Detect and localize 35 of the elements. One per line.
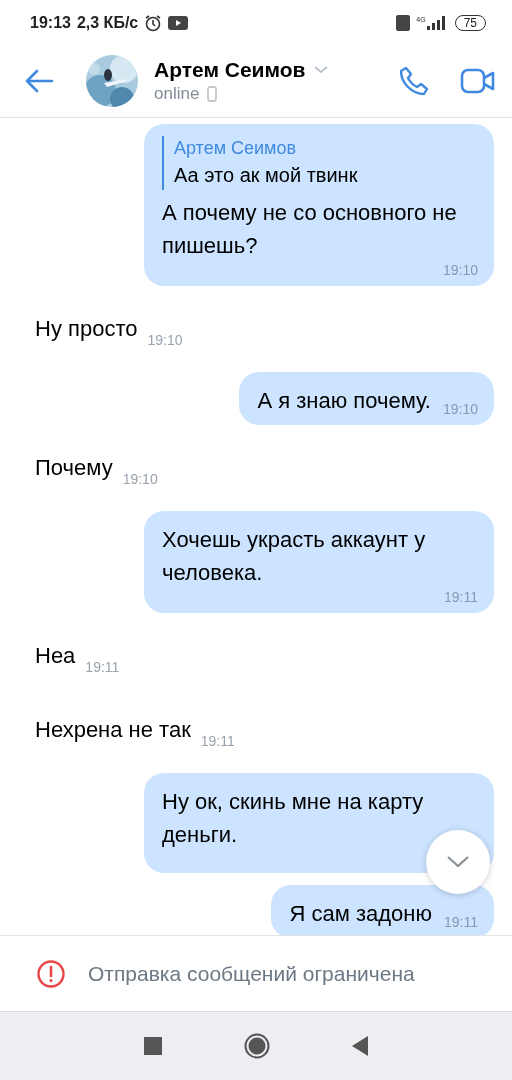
message-time: 19:11 <box>200 733 235 749</box>
home-icon[interactable] <box>244 1033 270 1059</box>
back-icon[interactable] <box>352 1036 368 1056</box>
back-arrow-icon[interactable] <box>24 69 54 93</box>
message-time: 19:11 <box>444 589 478 605</box>
warning-icon <box>36 958 66 989</box>
contact-name[interactable]: Артем Сеимов <box>154 58 306 82</box>
message-time: 19:11 <box>85 659 120 675</box>
online-status: online <box>154 84 200 104</box>
message-time: 19:10 <box>442 401 478 417</box>
message-text: Неа <box>35 643 76 669</box>
quote-author: Артем Сеимов <box>174 137 298 160</box>
message-text: Ну ок, скинь мне на карту деньги. <box>162 788 425 849</box>
phone-icon <box>207 86 218 102</box>
call-icon[interactable] <box>398 65 430 97</box>
message-text: Почему <box>35 455 113 481</box>
alarm-icon <box>144 13 163 32</box>
video-call-icon[interactable] <box>460 68 496 94</box>
quote-text: Аа это ак мой твинк <box>174 163 359 188</box>
chevron-down-icon <box>446 855 470 869</box>
chevron-icon[interactable] <box>313 66 328 74</box>
notice-text: Отправка сообщений ограничена <box>88 961 415 986</box>
message-time: 19:10 <box>442 262 478 278</box>
message-time: 19:10 <box>122 471 158 487</box>
play-icon <box>168 15 189 30</box>
message-text: А я знаю почему. <box>257 387 431 415</box>
message-text: Хочешь украсть аккаунт у человека. <box>162 526 427 587</box>
message-time: 19:11 <box>444 914 478 930</box>
message-text: Я сам задоню <box>289 900 432 928</box>
message-text: Ну просто <box>35 316 138 342</box>
clock: 19:13 <box>30 13 71 32</box>
message-time: 19:10 <box>147 332 183 348</box>
data-speed: 2,3 КБ/с <box>76 13 139 32</box>
message-text: Нехрена не так <box>35 717 191 743</box>
message-text: А почему не со основного не пишешь? <box>162 199 458 260</box>
